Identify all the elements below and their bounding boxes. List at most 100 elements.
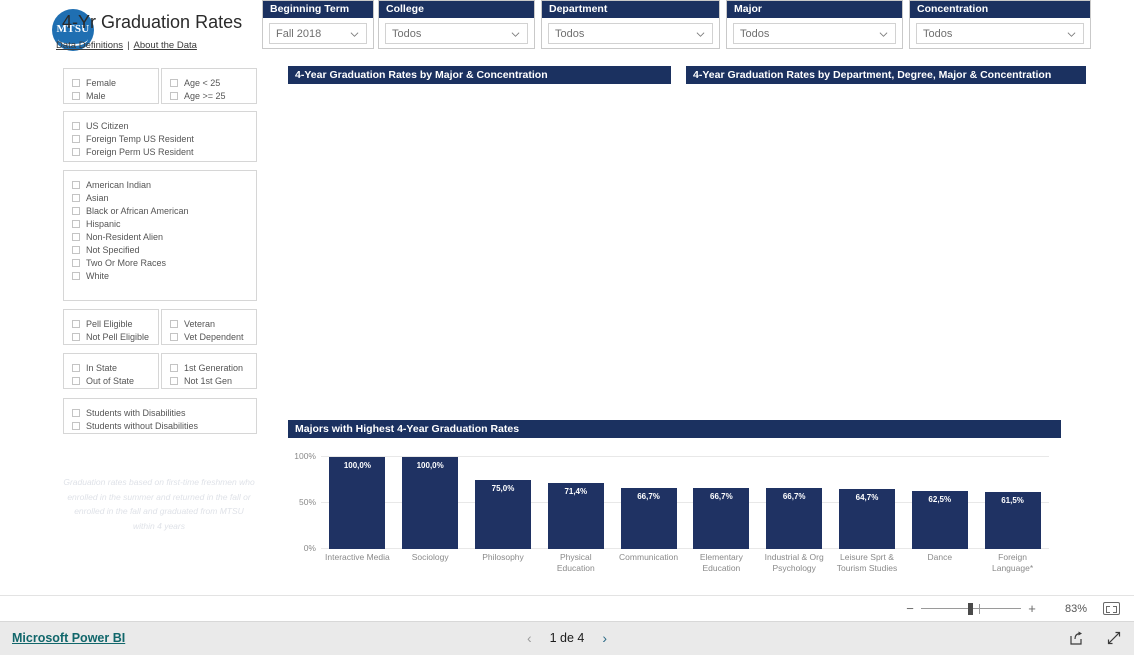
checkbox-icon[interactable]	[72, 332, 80, 341]
bar-value-label: 66,7%	[637, 492, 660, 501]
checkbox-row-two-or-more-races[interactable]: Two Or More Races	[72, 256, 256, 269]
checkbox-row-without-disabilities[interactable]: Students without Disabilities	[72, 419, 256, 432]
checkbox-icon[interactable]	[72, 206, 80, 215]
bar[interactable]: 75,0%	[474, 480, 531, 549]
barchart-title: Majors with Highest 4-Year Graduation Ra…	[288, 420, 1061, 438]
college-dropdown[interactable]: Todos	[385, 23, 528, 44]
checkbox-row-out-of-state[interactable]: Out of State	[72, 374, 158, 387]
checkbox-row-american-indian[interactable]: American Indian	[72, 178, 256, 191]
checkbox-row-us-citizen[interactable]: US Citizen	[72, 119, 256, 132]
checkbox-row-hispanic[interactable]: Hispanic	[72, 217, 256, 230]
checkbox-icon[interactable]	[72, 147, 80, 156]
checkbox-icon[interactable]	[72, 180, 80, 189]
slicer-college: College Todos	[378, 0, 535, 49]
checkbox-icon[interactable]	[72, 408, 80, 417]
checkbox-icon[interactable]	[170, 91, 178, 100]
checkbox-label: 1st Generation	[184, 362, 244, 373]
visual-dept-degree-major-concentration[interactable]: 4-Year Graduation Rates by Department, D…	[686, 66, 1086, 84]
checkbox-icon[interactable]	[72, 121, 80, 130]
zoom-out-button[interactable]: −	[903, 601, 917, 616]
about-the-data-link[interactable]: About the Data	[134, 40, 197, 51]
checkbox-row-1st-generation[interactable]: 1st Generation	[170, 361, 256, 374]
checkbox-row-age-under-25[interactable]: Age < 25	[170, 76, 256, 89]
slicer-department: Department Todos	[541, 0, 720, 49]
checkbox-row-age-25-plus[interactable]: Age >= 25	[170, 89, 256, 102]
checkbox-icon[interactable]	[72, 91, 80, 100]
checkbox-icon[interactable]	[72, 78, 80, 87]
checkbox-icon[interactable]	[72, 271, 80, 280]
major-dropdown[interactable]: Todos	[733, 23, 896, 44]
checkbox-row-white[interactable]: White	[72, 269, 256, 282]
bar[interactable]: 64,7%	[838, 489, 895, 549]
zoom-slider-notch	[979, 603, 980, 614]
barchart-bars: 100,0% 100,0% 75,0% 71,4% 66,7% 66,7% 66,7% 64,…	[321, 456, 1049, 549]
report-canvas: MTSU 4-Yr Graduation Rates Data Definiti…	[0, 0, 1134, 595]
checkbox-row-pell-eligible[interactable]: Pell Eligible	[72, 317, 158, 330]
checkbox-row-vet-dependent[interactable]: Vet Dependent	[170, 330, 256, 343]
fullscreen-icon[interactable]	[1106, 630, 1122, 651]
bar[interactable]: 61,5%	[984, 492, 1041, 549]
bar[interactable]: 66,7%	[693, 488, 750, 549]
concentration-dropdown[interactable]: Todos	[916, 23, 1084, 44]
bar[interactable]: 66,7%	[766, 488, 823, 549]
checkbox-row-foreign-perm[interactable]: Foreign Perm US Resident	[72, 145, 256, 158]
data-definitions-link[interactable]: Data Definitions	[56, 40, 123, 51]
bar[interactable]: 62,5%	[911, 491, 968, 549]
visual-major-concentration[interactable]: 4-Year Graduation Rates by Major & Conce…	[288, 66, 671, 84]
link-separator: |	[127, 40, 130, 51]
checkbox-icon[interactable]	[72, 219, 80, 228]
checkbox-icon[interactable]	[72, 134, 80, 143]
bar[interactable]: 100,0%	[329, 457, 386, 549]
checkbox-icon[interactable]	[72, 193, 80, 202]
checkbox-icon[interactable]	[170, 376, 178, 385]
slicer-major: Major Todos	[726, 0, 903, 49]
checkbox-icon[interactable]	[170, 319, 178, 328]
beginning-term-dropdown[interactable]: Fall 2018	[269, 23, 367, 44]
checkbox-row-foreign-temp[interactable]: Foreign Temp US Resident	[72, 132, 256, 145]
zoom-slider[interactable]	[921, 602, 1021, 616]
checkbox-label: Not Specified	[86, 244, 140, 255]
checkbox-icon[interactable]	[170, 332, 178, 341]
slicer-department-label: Department	[542, 1, 719, 18]
bar-value-label: 62,5%	[928, 495, 952, 504]
visual-majors-highest-grad-rates[interactable]: Majors with Highest 4-Year Graduation Ra…	[288, 420, 1061, 592]
major-value: Todos	[740, 27, 770, 40]
checkbox-icon[interactable]	[72, 245, 80, 254]
checkbox-icon[interactable]	[72, 232, 80, 241]
department-dropdown[interactable]: Todos	[548, 23, 713, 44]
checkbox-label: Non-Resident Alien	[86, 231, 164, 242]
next-page-icon[interactable]: ›	[602, 631, 607, 645]
bar[interactable]: 100,0%	[402, 457, 459, 549]
checkbox-icon[interactable]	[170, 78, 178, 87]
checkbox-row-asian[interactable]: Asian	[72, 191, 256, 204]
zoom-slider-thumb[interactable]	[968, 602, 973, 615]
checkbox-icon[interactable]	[72, 376, 80, 385]
checkbox-row-not-1st-gen[interactable]: Not 1st Gen	[170, 374, 256, 387]
zoom-in-button[interactable]: +	[1025, 601, 1039, 616]
slicer-department-body: Todos	[542, 18, 719, 48]
checkbox-icon[interactable]	[170, 363, 178, 372]
checkbox-row-not-specified[interactable]: Not Specified	[72, 243, 256, 256]
checkbox-row-black-african-american[interactable]: Black or African American	[72, 204, 256, 217]
checkbox-row-with-disabilities[interactable]: Students with Disabilities	[72, 406, 256, 419]
bar-slot: 66,7%	[685, 456, 758, 549]
checkbox-icon[interactable]	[72, 319, 80, 328]
checkbox-icon[interactable]	[72, 363, 80, 372]
y-tick-label: 50%	[298, 497, 316, 507]
previous-page-icon[interactable]: ‹	[527, 631, 532, 645]
checkbox-label: Foreign Temp US Resident	[86, 133, 194, 144]
checkbox-row-non-resident-alien[interactable]: Non-Resident Alien	[72, 230, 256, 243]
share-icon[interactable]	[1068, 630, 1084, 651]
checkbox-icon[interactable]	[72, 421, 80, 430]
checkbox-row-not-pell-eligible[interactable]: Not Pell Eligible	[72, 330, 158, 343]
checkbox-icon[interactable]	[72, 258, 80, 267]
checkbox-row-veteran[interactable]: Veteran	[170, 317, 256, 330]
checkbox-label: Not 1st Gen	[184, 375, 233, 386]
checkbox-label: Age < 25	[184, 77, 221, 88]
bar[interactable]: 66,7%	[620, 488, 677, 549]
checkbox-row-female[interactable]: Female	[72, 76, 158, 89]
checkbox-row-male[interactable]: Male	[72, 89, 158, 102]
bar[interactable]: 71,4%	[547, 483, 604, 549]
fit-to-page-icon[interactable]	[1103, 602, 1120, 615]
checkbox-row-in-state[interactable]: In State	[72, 361, 158, 374]
